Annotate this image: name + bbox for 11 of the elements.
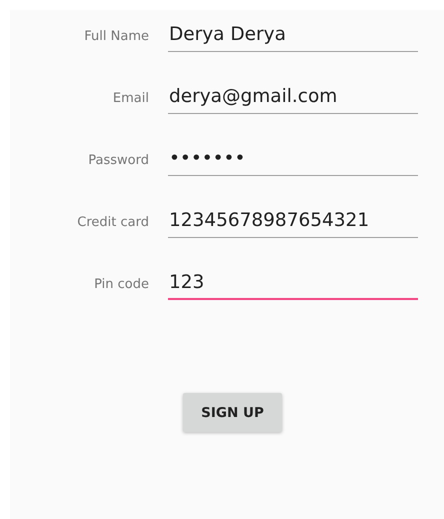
field-label: Password <box>87 153 149 168</box>
input-field[interactable]: 12345678987654321 <box>168 205 418 238</box>
input-field[interactable]: 123 <box>168 267 418 300</box>
sign-up-button[interactable]: SIGN UP <box>183 393 282 432</box>
input-field[interactable]: Derya Derya <box>168 19 418 52</box>
field-label: Full Name <box>83 29 149 44</box>
field-label: Pin code <box>93 277 149 292</box>
field-label: Credit card <box>76 215 149 230</box>
input-field[interactable]: ••••••• <box>168 143 418 176</box>
field-label: Email <box>112 91 149 106</box>
input-field[interactable]: derya@gmail.com <box>168 81 418 114</box>
